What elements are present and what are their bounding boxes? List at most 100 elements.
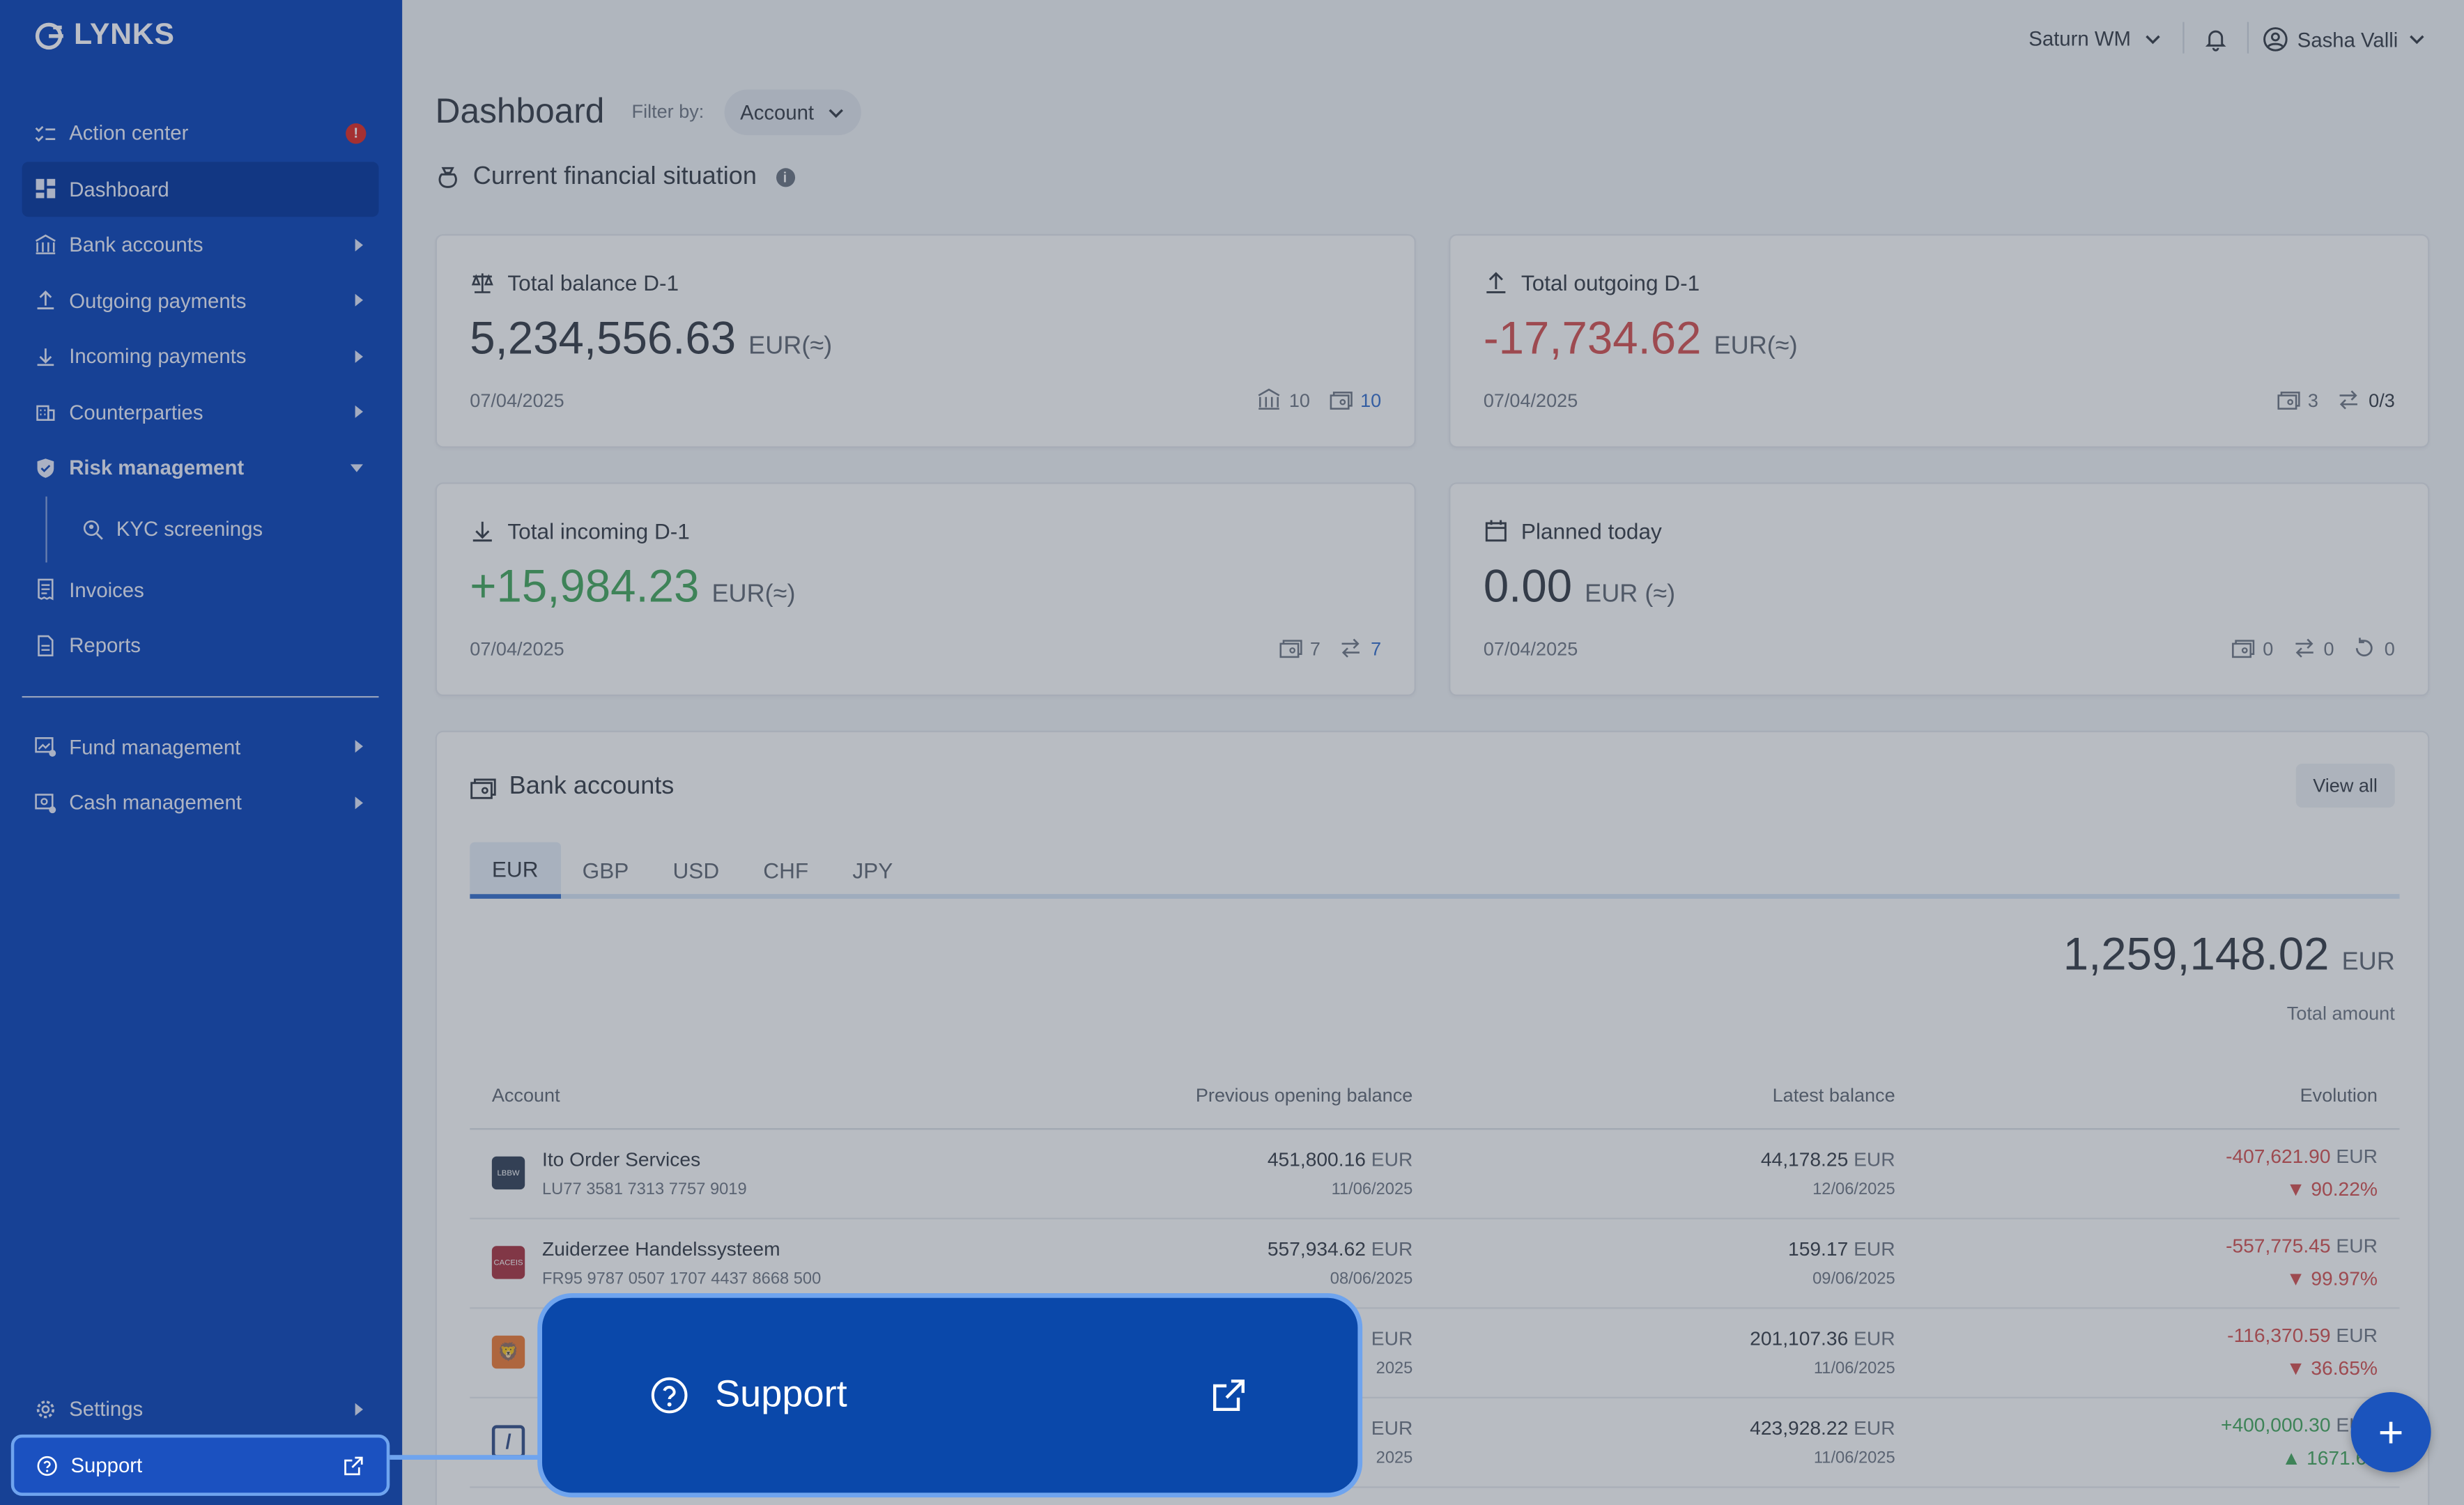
cash-icon [35, 792, 57, 814]
chevron-right-icon [355, 294, 363, 307]
sidebar-item-dashboard[interactable]: Dashboard [22, 161, 379, 217]
chevron-right-icon [355, 740, 363, 753]
tab-gbp[interactable]: GBP [560, 842, 651, 899]
meta-banks[interactable]: 10 [1258, 388, 1310, 412]
sidebar-bottom: Settings [22, 1381, 379, 1437]
card-label: Total outgoing D-1 [1484, 270, 1700, 295]
planned-today-card: Planned today 0.00 EUR (≈) 07/04/2025 0 0… [1449, 482, 2430, 697]
tab-chf[interactable]: CHF [741, 842, 831, 899]
bank-icon [35, 233, 57, 256]
filter-label: Filter by: [631, 100, 704, 123]
meta-transfers[interactable]: 0/3 [2337, 388, 2395, 412]
add-fab-button[interactable]: + [2350, 1392, 2431, 1473]
evolution-percent-value: 90.22% [2311, 1178, 2378, 1201]
previous-balance: 451,800.16 EUR [1268, 1148, 1412, 1171]
meta-accounts[interactable]: 0 [2231, 636, 2273, 660]
chevron-down-icon [2410, 35, 2424, 45]
wallet-icon [470, 778, 496, 798]
external-link-icon [1212, 1380, 1245, 1412]
sidebar-item-incoming-payments[interactable]: Incoming payments [22, 328, 379, 384]
sidebar-item-label: Settings [69, 1397, 144, 1421]
sidebar-item-label: KYC screenings [116, 516, 263, 541]
sidebar-item-label: Cash management [69, 790, 242, 815]
bank-accounts-title: Bank accounts [470, 773, 674, 802]
meta-transfers[interactable]: 0 [2292, 636, 2334, 660]
chevron-right-icon [355, 1403, 363, 1416]
sidebar-item-label: Dashboard [69, 177, 169, 201]
sidebar-item-label: Invoices [69, 578, 144, 602]
previous-balance-value: 451,800.16 [1267, 1148, 1366, 1171]
tab-eur[interactable]: EUR [470, 842, 561, 899]
sidebar-item-outgoing-payments[interactable]: Outgoing payments [22, 272, 379, 328]
info-icon[interactable]: i [775, 168, 795, 187]
sidebar-item-counterparties[interactable]: Counterparties [22, 384, 379, 440]
bank-logo: / [491, 1425, 525, 1458]
meta-accounts[interactable]: 7 [1279, 636, 1320, 660]
lynks-logo-icon [35, 22, 63, 50]
card-label-text: Total outgoing D-1 [1520, 270, 1700, 295]
money-bag-icon [438, 167, 457, 188]
logo-text: LYNKS [73, 19, 175, 52]
gear-icon [35, 1398, 57, 1420]
previous-balance-date: 2025 [1376, 1449, 1413, 1468]
card-unit: EUR(≈) [711, 581, 796, 608]
sidebar-item-bank-accounts[interactable]: Bank accounts [22, 217, 379, 272]
sidebar-item-label: Fund management [69, 734, 241, 759]
card-unit: EUR(≈) [1714, 333, 1798, 360]
account-iban: FR95 9787 0507 1707 4437 8668 500 [542, 1269, 822, 1289]
card-value: +15,984.23 EUR(≈) [470, 562, 795, 614]
tab-usd[interactable]: USD [651, 842, 741, 899]
checklist-icon [35, 122, 57, 144]
card-amount: 5,234,556.63 [470, 314, 737, 365]
sidebar-item-risk-management[interactable]: Risk management [22, 440, 379, 495]
bell-icon[interactable] [2203, 26, 2228, 52]
user-menu[interactable]: Sasha Valli [2263, 26, 2426, 52]
meta-transfers[interactable]: 7 [1339, 636, 1381, 660]
bank-icon [1258, 388, 1281, 410]
latest-balance-date: 11/06/2025 [1813, 1359, 1895, 1378]
tab-jpy[interactable]: JPY [831, 842, 915, 899]
company-switcher[interactable]: Saturn WM [2028, 26, 2162, 50]
sidebar-item-invoices[interactable]: Invoices [22, 562, 379, 617]
company-name: Saturn WM [2028, 26, 2131, 51]
sidebar-item-label: Outgoing payments [69, 288, 247, 313]
table-row[interactable]: LBBW Ito Order Services LU77 3581 7313 7… [470, 1129, 2400, 1219]
arrow-down-icon: ▼ [2286, 1357, 2306, 1380]
meta-value: 0/3 [2369, 389, 2395, 411]
previous-balance-value: 557,934.62 [1267, 1238, 1366, 1260]
column-header-account[interactable]: Account [492, 1084, 560, 1106]
sidebar-item-kyc-screenings[interactable]: KYC screenings [22, 495, 379, 562]
latest-balance-unit: EUR [1854, 1417, 1895, 1440]
bank-logo-text: LBBW [497, 1168, 520, 1178]
currency-tabs: EUR GBP USD CHF JPY [470, 842, 2400, 899]
slash-logo-icon: / [505, 1430, 511, 1453]
sidebar-item-cash-management[interactable]: Cash management [22, 775, 379, 831]
sidebar-item-reports[interactable]: Reports [22, 617, 379, 673]
meta-recurring[interactable]: 0 [2353, 636, 2395, 660]
column-header-latest-balance[interactable]: Latest balance [1773, 1084, 1895, 1106]
latest-balance-value: 423,928.22 [1750, 1417, 1849, 1440]
sidebar-item-label: Bank accounts [69, 233, 203, 257]
view-all-button[interactable]: View all [2295, 763, 2395, 808]
card-value: 5,234,556.63 EUR(≈) [470, 314, 832, 366]
column-header-previous-opening-balance[interactable]: Previous opening balance [1196, 1084, 1412, 1106]
sidebar-item-settings[interactable]: Settings [22, 1381, 379, 1437]
meta-accounts[interactable]: 10 [1329, 388, 1381, 412]
sidebar-divider [22, 695, 379, 697]
sidebar-item-fund-management[interactable]: Fund management [22, 719, 379, 775]
shield-icon [35, 457, 57, 479]
sidebar-item-action-center[interactable]: Action center ! [22, 105, 379, 161]
support-zoom-callout[interactable]: Support [537, 1292, 1363, 1498]
card-unit: EUR(≈) [748, 333, 833, 360]
app-logo[interactable]: LYNKS [33, 19, 174, 54]
card-value: 0.00 EUR (≈) [1484, 562, 1675, 614]
latest-balance-unit: EUR [1854, 1327, 1895, 1350]
main-content: Saturn WM Sasha Valli Dashboard Filter b… [402, 0, 2464, 1505]
previous-balance-date: 08/06/2025 [1330, 1269, 1413, 1289]
column-header-evolution[interactable]: Evolution [2300, 1084, 2378, 1106]
meta-accounts[interactable]: 3 [2277, 388, 2318, 412]
sidebar-item-support[interactable]: Support [10, 1434, 390, 1496]
latest-balance-date: 11/06/2025 [1813, 1449, 1895, 1468]
filter-dropdown[interactable]: Account [724, 89, 861, 135]
sidebar-item-label: Action center [69, 121, 189, 146]
